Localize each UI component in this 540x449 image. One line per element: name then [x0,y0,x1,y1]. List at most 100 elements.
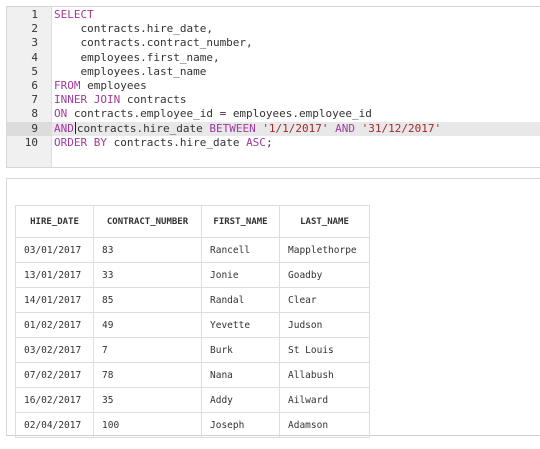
cell-last-name: Mapplethorpe [279,237,370,263]
sql-keyword: INNER JOIN [54,93,121,107]
code-text: contracts.hire_date, [54,22,213,36]
sql-token: contracts [120,93,187,107]
table-row: 03/01/2017 83 Rancell Mapplethorpe [15,237,370,263]
cell-last-name: Judson [279,312,370,338]
results-body: 03/01/2017 83 Rancell Mapplethorpe 13/01/201… [15,237,370,438]
cell-first-name: Nana [201,362,280,388]
cell-contract-number: 33 [93,262,202,288]
cell-contract-number: 7 [93,337,202,363]
sql-string: '1/1/2017' [262,121,329,135]
cell-last-name: Clear [279,287,370,313]
sql-string: '31/12/2017' [361,121,442,135]
cell-hire-date: 02/04/2017 [15,412,94,438]
code-text: AND contracts.hire_date BETWEEN '1/1/2017… [54,121,442,136]
cell-contract-number: 49 [93,312,202,338]
line-number: 2 [31,22,38,36]
sql-keyword: ASC [246,135,266,149]
table-row: 03/02/2017 7 Burk St Louis [15,337,370,363]
cell-contract-number: 100 [93,412,202,438]
code-line[interactable]: 2 contracts.hire_date, [7,22,540,36]
line-number: 8 [31,107,38,121]
code-line[interactable]: 10 ORDER BY contracts.hire_date ASC; [7,136,540,150]
sql-token: employees.first_name, [54,50,220,64]
table-row: 07/02/2017 78 Nana Allabush [15,362,370,388]
line-number: 1 [31,8,38,21]
cell-last-name: Ailward [279,387,370,413]
code-text: employees.first_name, [54,50,220,65]
code-text: contracts.contract_number, [54,36,253,50]
sql-token: contracts.employee_id = employees.employ… [67,107,372,121]
cell-first-name: Jonie [201,262,280,288]
cell-first-name: Joseph [201,412,280,438]
sql-token: contracts.hire_date, [54,22,213,36]
sql-keyword: ON [54,107,68,121]
cell-hire-date: 13/01/2017 [15,262,94,288]
cell-contract-number: 85 [93,287,202,313]
table-row: 16/02/2017 35 Addy Ailward [15,387,370,413]
cell-last-name: Goadby [279,262,370,288]
cell-last-name: Allabush [279,362,370,388]
code-text: employees.last_name [54,65,206,79]
sql-keyword: SELECT [54,8,94,21]
code-text: ORDER BY contracts.hire_date ASC; [54,136,273,150]
line-number: 10 [24,135,38,149]
cell-hire-date: 03/02/2017 [15,337,94,363]
line-number: 6 [31,78,38,92]
sql-keyword: BETWEEN [209,121,256,135]
cell-first-name: Yevette [201,312,280,338]
cell-first-name: Burk [201,337,280,363]
cell-hire-date: 01/02/2017 [15,312,94,338]
code-line[interactable]: 9 AND contracts.hire_date BETWEEN '1/1/201… [7,121,540,136]
cell-first-name: Randal [201,287,280,313]
cell-contract-number: 83 [93,237,202,263]
sql-editor[interactable]: 1 SELECT 2 contracts.hire_date, 3 contracts… [6,6,540,168]
column-header-hire-date[interactable]: HIRE_DATE [15,205,94,238]
code-area[interactable]: 1 SELECT 2 contracts.hire_date, 3 contracts… [7,8,540,150]
cell-hire-date: 16/02/2017 [15,387,94,413]
cell-hire-date: 03/01/2017 [15,237,94,263]
line-number: 5 [31,64,38,78]
sql-token: contracts.contract_number, [54,36,253,50]
sql-keyword: ORDER BY [54,135,107,149]
cell-hire-date: 14/01/2017 [15,287,94,313]
code-line[interactable]: 7 INNER JOIN contracts [7,93,540,107]
table-row: 14/01/2017 85 Randal Clear [15,287,370,313]
cell-first-name: Addy [201,387,280,413]
cell-last-name: Adamson [279,412,370,438]
line-number: 7 [31,93,38,107]
code-line[interactable]: 6 FROM employees [7,79,540,93]
code-line[interactable]: 1 SELECT [7,8,540,22]
sql-keyword: FROM [54,78,81,92]
code-text: ON contracts.employee_id = employees.emp… [54,107,372,121]
column-header-last-name[interactable]: LAST_NAME [279,205,370,238]
table-row: 02/04/2017 100 Joseph Adamson [15,412,370,438]
table-header-row: HIRE_DATE CONTRACT_NUMBER FIRST_NAME LAS… [15,205,370,238]
text-cursor [74,121,76,134]
column-header-first-name[interactable]: FIRST_NAME [201,205,280,238]
table-row: 13/01/2017 33 Jonie Goadby [15,262,370,288]
code-line[interactable]: 4 employees.first_name, [7,51,540,65]
results-panel: HIRE_DATE CONTRACT_NUMBER FIRST_NAME LAS… [6,178,540,438]
sql-token: contracts.hire_date [76,121,210,135]
cell-contract-number: 78 [93,362,202,388]
table-row: 01/02/2017 49 Yevette Judson [15,312,370,338]
code-text: INNER JOIN contracts [54,93,186,107]
sql-token: ; [265,135,273,149]
cell-contract-number: 35 [93,387,202,413]
line-number: 4 [31,50,38,64]
sql-token: employees.last_name [54,64,207,78]
cell-hire-date: 07/02/2017 [15,362,94,388]
cell-first-name: Rancell [201,237,280,263]
code-line[interactable]: 5 employees.last_name [7,65,540,79]
results-table: HIRE_DATE CONTRACT_NUMBER FIRST_NAME LAS… [15,205,370,438]
line-number: 9 [7,121,52,136]
code-text: FROM employees [54,79,147,93]
code-text: SELECT [54,8,94,22]
sql-keyword: AND [335,121,356,135]
column-header-contract-number[interactable]: CONTRACT_NUMBER [93,205,202,238]
line-number: 3 [31,36,38,50]
sql-token: contracts.hire_date [106,135,247,149]
code-line[interactable]: 3 contracts.contract_number, [7,36,540,50]
code-line[interactable]: 8 ON contracts.employee_id = employees.em… [7,107,540,121]
